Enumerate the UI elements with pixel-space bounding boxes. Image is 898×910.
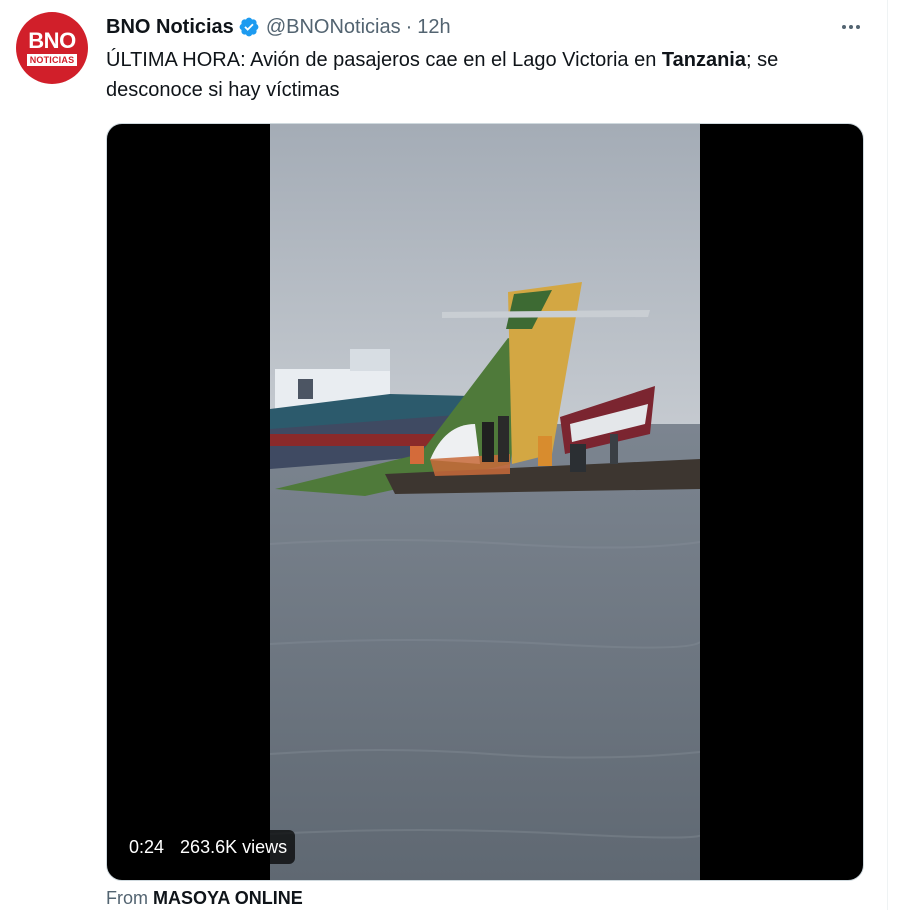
verified-badge-icon — [238, 16, 260, 38]
user-handle[interactable]: @BNONoticias — [266, 16, 401, 39]
tweet-text-bold: Tanzania — [661, 49, 746, 71]
source-link[interactable]: MASOYA ONLINE — [153, 888, 303, 908]
timeline-divider — [887, 0, 888, 910]
display-name[interactable]: BNO Noticias — [106, 16, 234, 39]
tweet-header: BNO Noticias @BNONoticias · 12h — [106, 14, 451, 40]
video-player[interactable]: 0:24 263.6K views — [106, 123, 864, 881]
separator-dot: · — [405, 15, 413, 38]
avatar-logo-subtext: NOTICIAS — [26, 54, 78, 66]
more-options-icon[interactable] — [836, 16, 866, 38]
video-view-count: 263.6K views — [180, 836, 288, 857]
avatar-logo-text: BNO — [28, 28, 76, 53]
video-meta-overlay: 0:24 263.6K views — [121, 830, 296, 864]
media-source: From MASOYA ONLINE — [106, 888, 303, 909]
video-frame — [270, 124, 700, 880]
tweet-text: ÚLTIMA HORA: Avión de pasajeros cae en e… — [106, 45, 876, 105]
timestamp[interactable]: 12h — [417, 16, 450, 39]
tweet-text-part: ÚLTIMA HORA: Avión de pasajeros cae en e… — [106, 49, 662, 71]
video-duration: 0:24 — [129, 836, 165, 857]
avatar[interactable]: BNO NOTICIAS — [16, 12, 88, 84]
source-prefix: From — [106, 888, 148, 908]
